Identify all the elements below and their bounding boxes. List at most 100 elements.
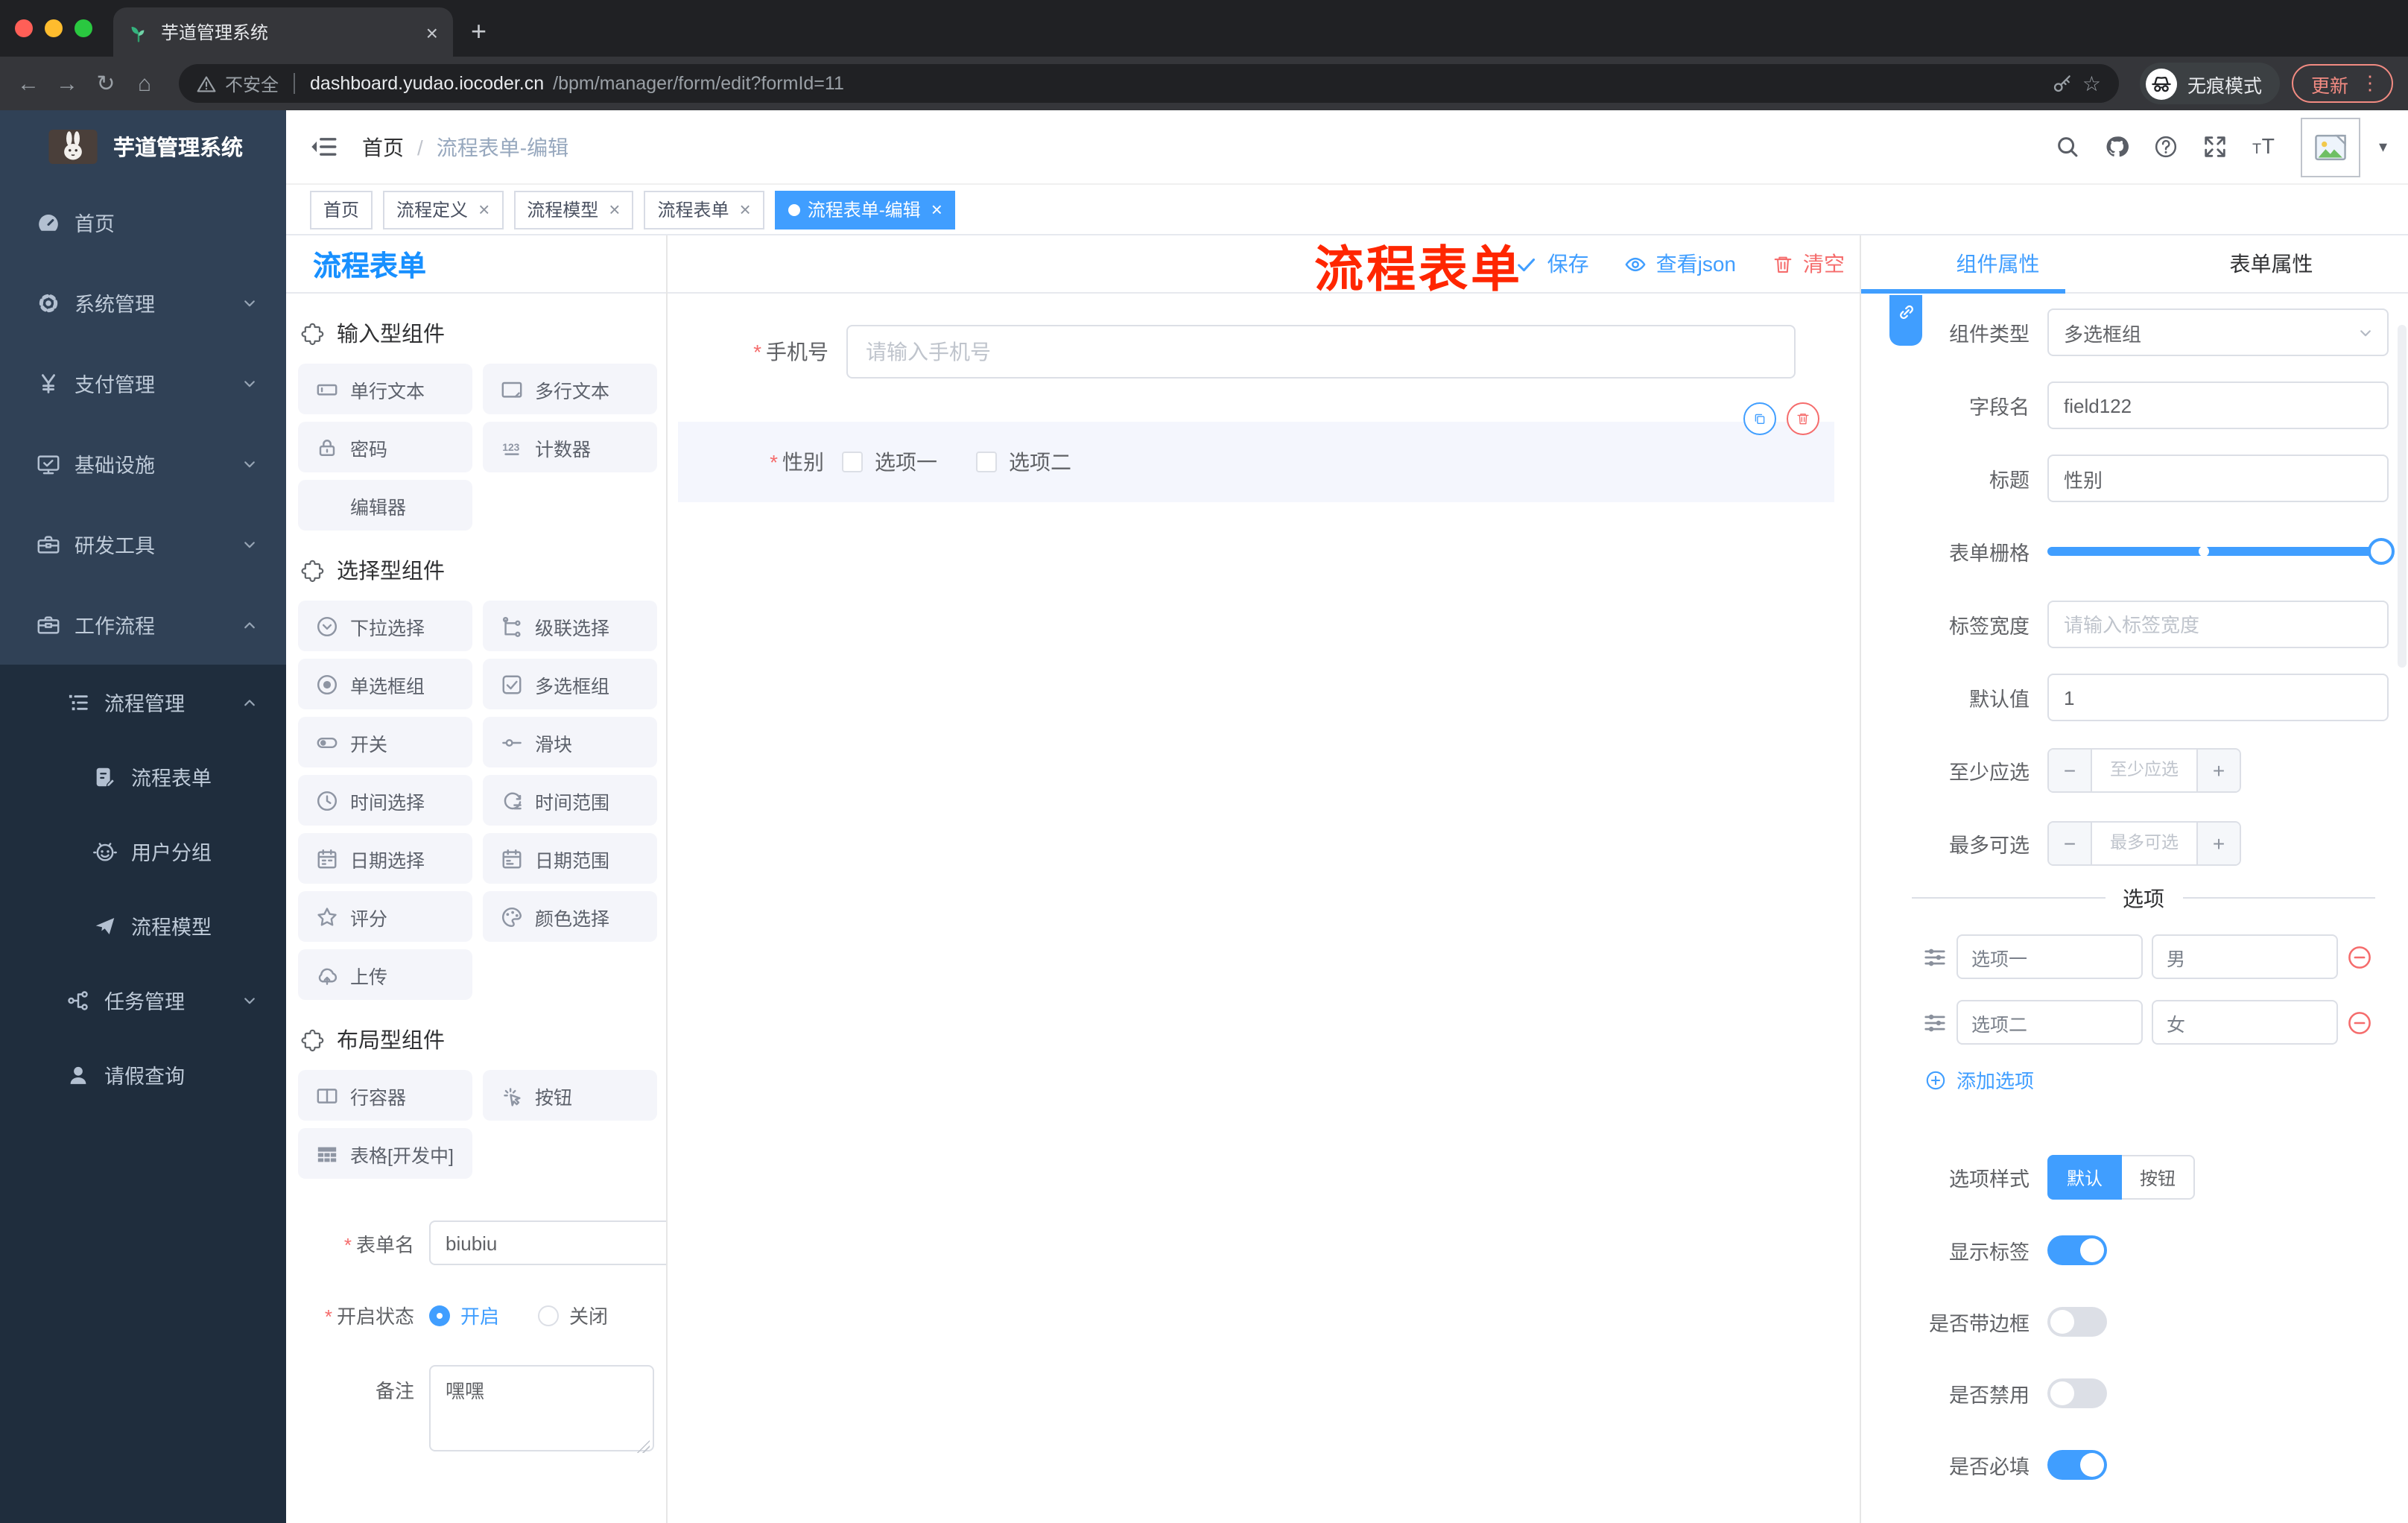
palette-item-时间选择[interactable]: 时间选择 <box>298 775 472 826</box>
status-off-radio[interactable]: 关闭 <box>538 1301 608 1329</box>
form-remark-textarea[interactable]: 嘿嘿 <box>429 1365 654 1451</box>
tab-form-props[interactable]: 表单属性 <box>2135 249 2408 279</box>
tag-close-icon[interactable]: × <box>609 198 620 221</box>
bookmark-star-icon[interactable]: ☆ <box>2082 71 2101 96</box>
tag-流程表单-编辑[interactable]: 流程表单-编辑 × <box>774 190 956 229</box>
default-value-input[interactable] <box>2047 674 2389 721</box>
title-input[interactable] <box>2047 455 2389 502</box>
checkbox-option-选项一[interactable]: 选项一 <box>842 447 937 477</box>
sidebar-collapse-icon[interactable] <box>310 133 338 161</box>
min-select-input[interactable] <box>2092 750 2196 791</box>
delete-component-button[interactable] <box>1787 402 1819 435</box>
option-label-input[interactable] <box>1956 1000 2143 1045</box>
palette-item-时间范围[interactable]: 时间范围 <box>483 775 657 826</box>
style-default-button[interactable]: 默认 <box>2047 1155 2123 1200</box>
tag-close-icon[interactable]: × <box>740 198 751 221</box>
toggle-是否带边框[interactable] <box>2047 1307 2107 1337</box>
sidebar-item-流程模型[interactable]: 流程模型 <box>0 888 286 963</box>
checkbox-option-选项二[interactable]: 选项二 <box>976 447 1071 477</box>
palette-item-日期选择[interactable]: 日期选择 <box>298 833 472 884</box>
browser-menu-icon[interactable]: ⋮ <box>2360 72 2380 95</box>
data-binding-tag[interactable] <box>1889 295 1922 346</box>
status-on-radio[interactable]: 开启 <box>429 1301 499 1329</box>
sidebar-item-流程表单[interactable]: 流程表单 <box>0 739 286 814</box>
stepper-minus-button[interactable]: − <box>2049 750 2092 791</box>
tag-流程定义[interactable]: 流程定义 × <box>383 190 504 229</box>
window-minimize-button[interactable] <box>45 19 63 37</box>
font-size-icon[interactable]: TT <box>2252 134 2278 159</box>
sidebar-item-流程管理[interactable]: 流程管理 <box>0 665 286 739</box>
clear-button[interactable]: 清空 <box>1772 249 1845 279</box>
palette-item-按钮[interactable]: 按钮 <box>483 1070 657 1121</box>
window-zoom-button[interactable] <box>75 19 92 37</box>
tag-首页[interactable]: 首页 <box>310 190 373 229</box>
github-icon[interactable] <box>2105 134 2130 159</box>
avatar[interactable] <box>2301 117 2361 177</box>
sidebar-item-首页[interactable]: 首页 <box>0 182 286 262</box>
palette-item-开关[interactable]: 开关 <box>298 717 472 767</box>
sidebar-item-请假查询[interactable]: 请假查询 <box>0 1037 286 1112</box>
tab-component-props[interactable]: 组件属性 <box>1861 249 2135 279</box>
field-name-input[interactable] <box>2047 381 2389 429</box>
palette-item-单选框组[interactable]: 单选框组 <box>298 659 472 709</box>
palette-item-行容器[interactable]: 行容器 <box>298 1070 472 1121</box>
stepper-minus-button[interactable]: − <box>2049 823 2092 864</box>
phone-field-row[interactable]: * 手机号 <box>718 325 1796 379</box>
label-width-input[interactable] <box>2047 601 2389 648</box>
back-icon[interactable]: ← <box>15 71 42 96</box>
slider-handle[interactable] <box>2368 538 2395 565</box>
stepper-plus-button[interactable]: + <box>2196 750 2240 791</box>
sidebar-item-任务管理[interactable]: 任务管理 <box>0 963 286 1037</box>
scrollbar[interactable] <box>2398 325 2407 668</box>
copy-component-button[interactable] <box>1743 402 1776 435</box>
sidebar-item-基础设施[interactable]: 基础设施 <box>0 423 286 504</box>
form-name-input[interactable] <box>429 1220 666 1265</box>
option-label-input[interactable] <box>1956 934 2143 979</box>
component-type-select[interactable]: 多选框组 <box>2047 308 2389 356</box>
palette-item-多行文本[interactable]: 多行文本 <box>483 364 657 414</box>
option-value-input[interactable] <box>2152 934 2338 979</box>
browser-update-button[interactable]: 更新 ⋮ <box>2291 64 2393 103</box>
toggle-是否必填[interactable] <box>2047 1450 2107 1480</box>
sidebar-item-工作流程[interactable]: 工作流程 <box>0 584 286 665</box>
sidebar-item-支付管理[interactable]: 支付管理 <box>0 343 286 423</box>
palette-item-颜色选择[interactable]: 颜色选择 <box>483 891 657 942</box>
password-key-icon[interactable] <box>2053 73 2073 94</box>
sidebar-item-研发工具[interactable]: 研发工具 <box>0 504 286 584</box>
help-icon[interactable] <box>2154 134 2179 159</box>
palette-item-滑块[interactable]: 滑块 <box>483 717 657 767</box>
stepper-plus-button[interactable]: + <box>2196 823 2240 864</box>
palette-item-评分[interactable]: 评分 <box>298 891 472 942</box>
phone-input[interactable] <box>846 325 1796 379</box>
sidebar-item-系统管理[interactable]: 系统管理 <box>0 262 286 343</box>
palette-item-单行文本[interactable]: 单行文本 <box>298 364 472 414</box>
breadcrumb-home[interactable]: 首页 <box>362 132 404 162</box>
home-icon[interactable]: ⌂ <box>131 71 158 96</box>
tag-close-icon[interactable]: × <box>478 198 489 221</box>
toggle-是否禁用[interactable] <box>2047 1378 2107 1408</box>
browser-tab[interactable]: 芋道管理系统 × <box>113 7 453 57</box>
toggle-显示标签[interactable] <box>2047 1235 2107 1265</box>
palette-item-下拉选择[interactable]: 下拉选择 <box>298 601 472 651</box>
fullscreen-icon[interactable] <box>2203 134 2228 159</box>
search-icon[interactable] <box>2056 134 2081 159</box>
avatar-dropdown-icon[interactable]: ▾ <box>2379 137 2387 156</box>
option-value-input[interactable] <box>2152 1000 2338 1045</box>
palette-item-多选框组[interactable]: 多选框组 <box>483 659 657 709</box>
max-select-input[interactable] <box>2092 823 2196 864</box>
add-option-button[interactable]: 添加选项 <box>1925 1066 2396 1094</box>
reload-icon[interactable]: ↻ <box>92 70 119 97</box>
palette-item-计数器[interactable]: 123 计数器 <box>483 422 657 472</box>
sidebar-item-用户分组[interactable]: 用户分组 <box>0 814 286 888</box>
tag-流程模型[interactable]: 流程模型 × <box>513 190 634 229</box>
palette-item-上传[interactable]: 上传 <box>298 949 472 1000</box>
palette-item-密码[interactable]: 密码 <box>298 422 472 472</box>
palette-item-编辑器[interactable]: 编辑器 <box>298 480 472 531</box>
palette-item-级联选择[interactable]: 级联选择 <box>483 601 657 651</box>
resize-grip-icon[interactable] <box>636 1440 650 1453</box>
window-close-button[interactable] <box>15 19 33 37</box>
tag-流程表单[interactable]: 流程表单 × <box>644 190 764 229</box>
style-button-button[interactable]: 按钮 <box>2122 1155 2196 1200</box>
palette-item-表格[开发中][interactable]: 表格[开发中] <box>298 1128 472 1179</box>
checkbox-icon[interactable] <box>842 452 863 472</box>
